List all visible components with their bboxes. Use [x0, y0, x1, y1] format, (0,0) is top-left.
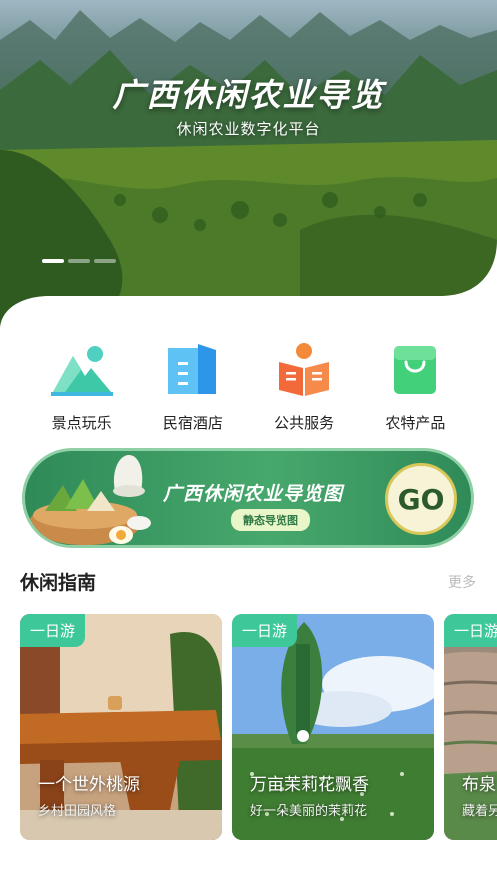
card-subtitle: 好一朵美丽的茉莉花 [250, 804, 368, 819]
category-specialties[interactable]: 农特产品 [360, 342, 471, 433]
go-button[interactable]: GO [385, 463, 457, 535]
category-public-service[interactable]: 公共服务 [249, 342, 360, 433]
card-title: 布泉 [462, 775, 496, 795]
card-badge: 一日游 [232, 614, 298, 647]
card-subtitle: 乡村田园风格 [38, 804, 117, 819]
card-subtitle: 藏着另 [462, 804, 497, 819]
category-label: 民宿酒店 [162, 414, 223, 432]
hero-carousel[interactable]: 广西休闲农业导览 休闲农业数字化平台 [0, 0, 497, 340]
banner-pill: 静态导览图 [231, 509, 310, 531]
guide-card[interactable]: 一日游 布泉 藏着另 [444, 614, 497, 840]
category-label: 农特产品 [385, 414, 446, 432]
section-title: 休闲指南 [20, 572, 97, 594]
guide-map-banner[interactable]: 广西休闲农业导览图 静态导览图 GO [22, 448, 474, 548]
category-label: 公共服务 [274, 414, 335, 432]
zongzi-food-illustration [29, 455, 151, 545]
hotel-building-icon [162, 342, 224, 398]
more-link[interactable]: 更多 [448, 572, 476, 592]
guide-card[interactable]: 一日游 一个世外桃源 乡村田园风格 [20, 614, 222, 840]
category-nav: 景点玩乐 民宿酒店 公共服务 农特产品 [26, 342, 471, 433]
guide-card[interactable]: 一日游 万亩茉莉花飘香 好一朵美丽的茉莉花 [232, 614, 434, 840]
hero-title: 广西休闲农业导览 [112, 76, 385, 114]
hero-curve-divider [0, 240, 497, 340]
category-hotels[interactable]: 民宿酒店 [137, 342, 248, 433]
card-title: 万亩茉莉花飘香 [250, 775, 369, 795]
category-attractions[interactable]: 景点玩乐 [26, 342, 137, 433]
category-label: 景点玩乐 [51, 414, 112, 432]
shopping-bag-icon [384, 342, 446, 398]
mountain-icon [50, 342, 113, 398]
card-title: 一个世外桃源 [38, 775, 140, 795]
guide-card-list: 一日游 一个世外桃源 乡村田园风格 一日游 万亩茉莉花飘香 好一朵美丽的茉莉花 … [20, 614, 497, 840]
banner-title: 广西休闲农业导览图 [163, 483, 344, 505]
card-badge: 一日游 [20, 614, 86, 647]
app-screen: 广西休闲农业导览 休闲农业数字化平台 景点玩乐 民宿酒店 公共服务 农特产品 广… [0, 0, 497, 883]
hero-subtitle: 休闲农业数字化平台 [176, 120, 321, 138]
public-service-book-icon [273, 342, 335, 398]
card-badge: 一日游 [444, 614, 497, 647]
